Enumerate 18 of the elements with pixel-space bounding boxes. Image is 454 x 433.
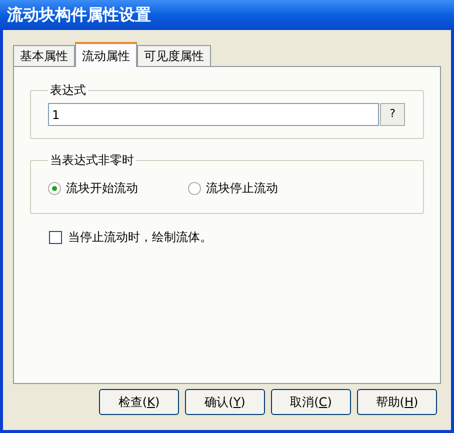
tab[interactable]: 流动属性 xyxy=(75,42,137,67)
checkbox[interactable] xyxy=(49,230,62,244)
dialog-button[interactable]: 帮助(H) xyxy=(357,389,437,415)
group-label: 当表达式非零时 xyxy=(49,152,135,169)
radio-button[interactable] xyxy=(48,182,61,194)
window-title: 流动块构件属性设置 xyxy=(6,4,151,26)
dialog-button[interactable]: 检查(K) xyxy=(99,389,179,415)
group-label: 表达式 xyxy=(49,82,87,99)
help-button[interactable]: ? xyxy=(380,103,405,126)
radio-option[interactable]: 流块开始流动 xyxy=(48,179,138,197)
expression-field[interactable]: 1 xyxy=(48,103,379,126)
dialog-button[interactable]: 确认(Y) xyxy=(185,389,265,415)
checkbox-label: 当停止流动时，绘制流体。 xyxy=(68,229,212,246)
tab[interactable]: 可见度属性 xyxy=(137,45,211,66)
dialog-button[interactable]: 取消(C) xyxy=(271,389,351,415)
radio-button[interactable] xyxy=(188,182,201,194)
radio-option[interactable]: 流块停止流动 xyxy=(188,179,278,197)
tab[interactable]: 基本属性 xyxy=(13,45,75,66)
